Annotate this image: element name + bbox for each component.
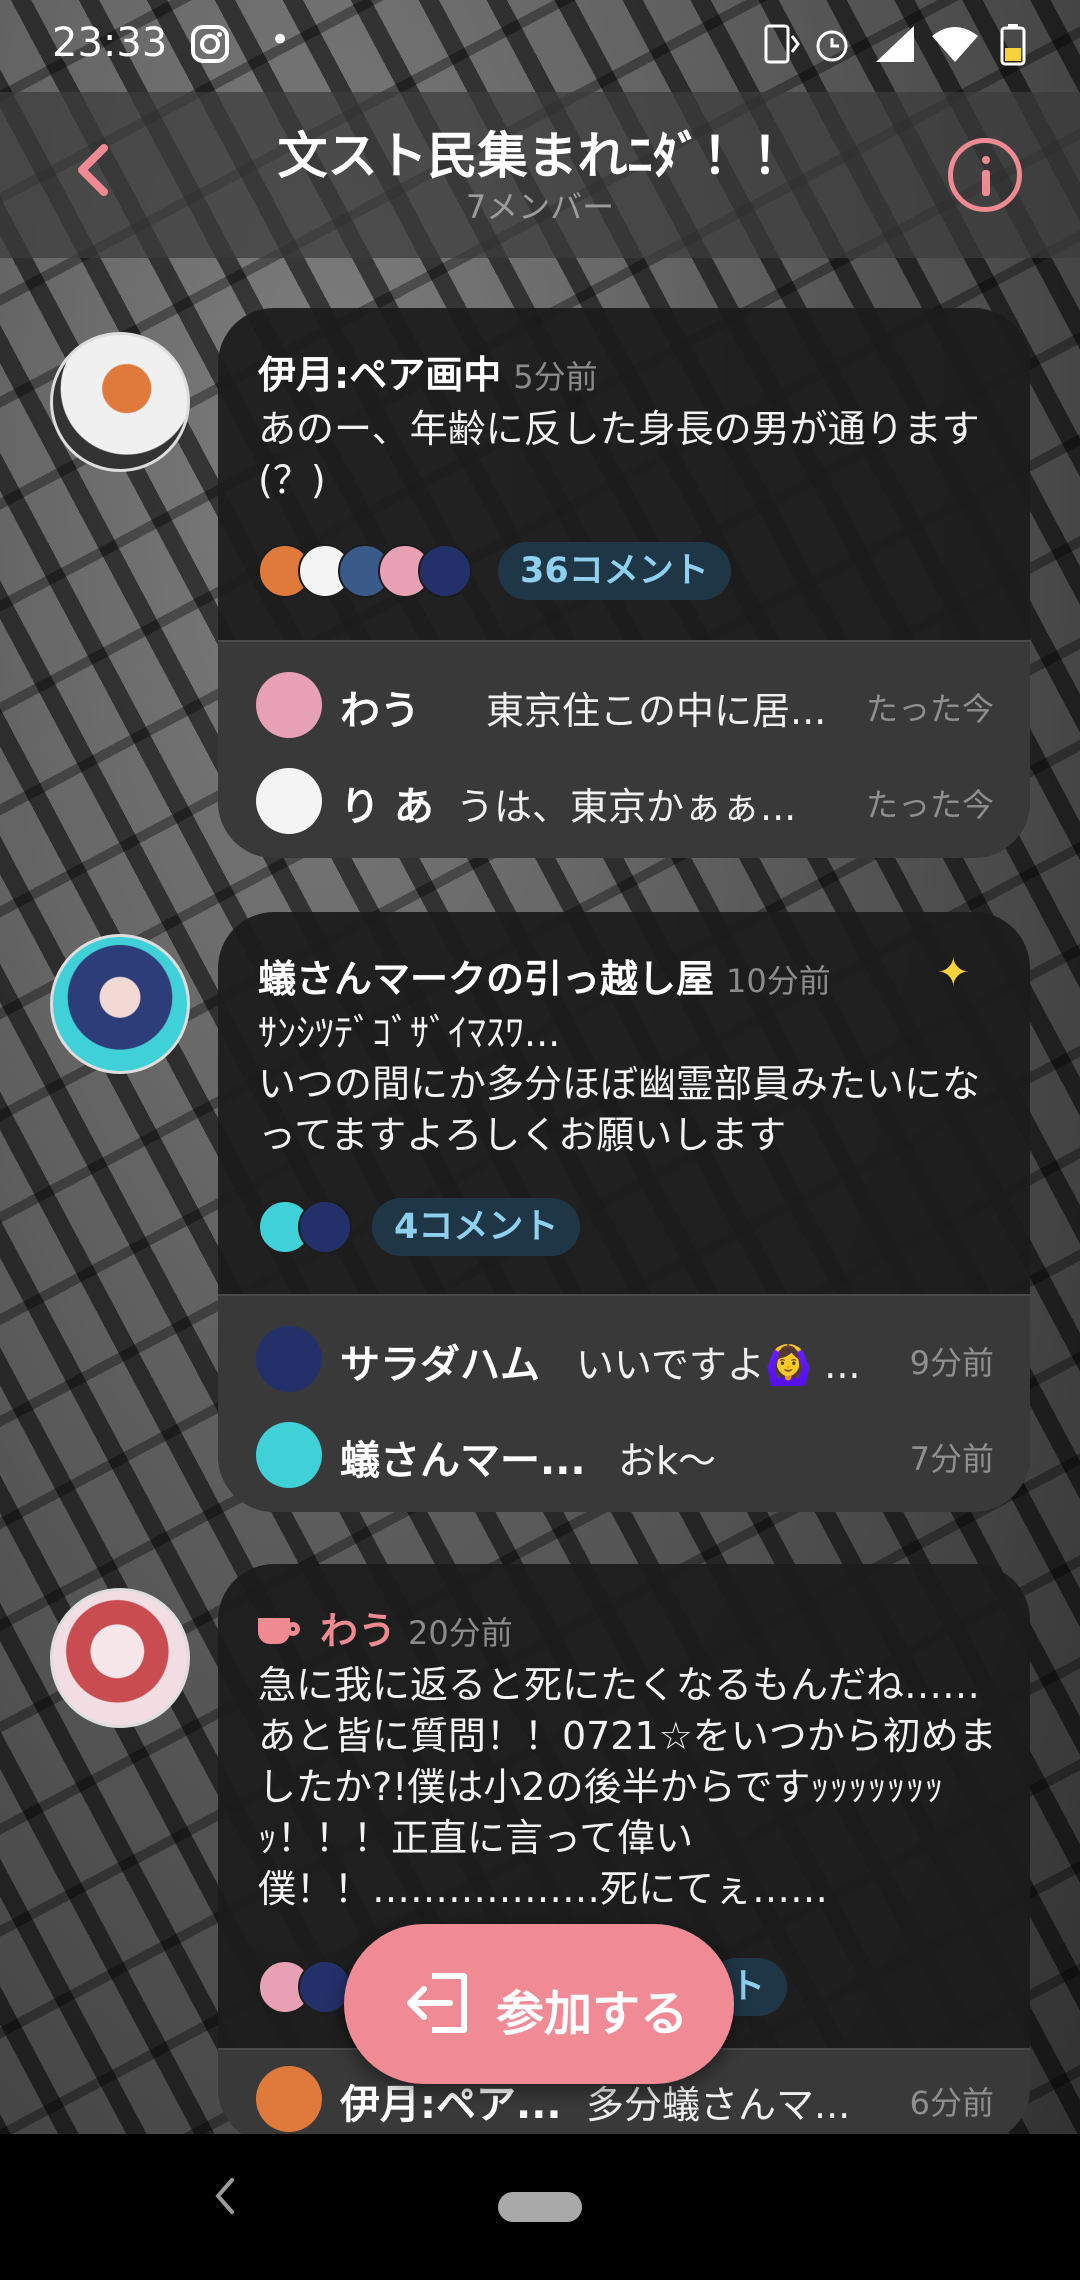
sparkle-icon: ✦	[936, 950, 970, 996]
nav-home-handle[interactable]	[498, 2192, 582, 2222]
avatar	[256, 2066, 322, 2132]
post-author[interactable]: わう	[320, 1609, 396, 1653]
reply-time: 6分前	[909, 2084, 994, 2122]
wifi-icon	[930, 24, 980, 73]
reply-time: 9分前	[909, 1344, 994, 1382]
post-header: 蟻さんマークの引っ越し屋 10分前	[258, 948, 831, 1003]
battery-icon	[1000, 24, 1026, 75]
nav-back-button[interactable]	[210, 2174, 240, 2229]
post-author[interactable]: 蟻さんマークの引っ越し屋	[258, 957, 714, 1001]
reply-author: 蟻さんマー...	[340, 1438, 586, 1484]
comment-count-button[interactable]: 4コメント	[372, 1198, 581, 1256]
chevron-left-icon	[215, 2178, 234, 2214]
avatar	[256, 1326, 322, 1392]
info-button[interactable]	[948, 138, 1022, 212]
avatar	[418, 544, 472, 598]
group-title: 文スト民集まれﾆﾀﾞ！！	[277, 127, 803, 185]
commenter-avatars	[258, 1200, 368, 1254]
author-avatar[interactable]	[50, 1588, 190, 1728]
author-avatar[interactable]	[50, 934, 190, 1074]
reply-text: いいですよ🙆‍♀️ ...	[576, 1343, 861, 1387]
alarm-icon	[812, 24, 852, 73]
cup-icon	[258, 1614, 302, 1646]
reply-item[interactable]: サラダハム いいですよ🙆‍♀️ ... 9分前	[256, 1322, 994, 1392]
avatar	[298, 1200, 352, 1254]
reply-item[interactable]: り あ うは、東京かぁぁ... たった今	[256, 764, 994, 834]
reply-author: り あ	[340, 784, 434, 830]
avatar	[256, 672, 322, 738]
post-card[interactable]: 伊月:ペア画中 5分前 あのー、年齢に反した身長の男が通ります(？) 36コメント…	[218, 308, 1030, 858]
chat-header: 文スト民集まれﾆﾀﾞ！！ 7メンバー	[0, 92, 1080, 258]
post-author[interactable]: 伊月:ペア画中	[258, 353, 501, 397]
reply-text: 東京住この中に居...	[486, 689, 827, 733]
reply-item[interactable]: わう 東京住この中に居... たった今	[256, 668, 994, 738]
reply-item[interactable]: 蟻さんマー... おk〜 7分前	[256, 1418, 994, 1488]
reply-text: おk〜	[618, 1439, 717, 1483]
avatar	[256, 768, 322, 834]
join-button-label: 参加する	[496, 1986, 689, 2042]
notification-dot-icon: •	[270, 20, 291, 60]
post-body: ｻﾝｼﾂﾃﾞｺﾞｻﾞｲﾏｽﾜ... いつの間にか多分ほぼ幽霊部員みたいになってま…	[258, 1011, 981, 1157]
reply-author: わう	[340, 688, 420, 734]
post-header: わう 20分前	[258, 1600, 513, 1655]
author-avatar[interactable]	[50, 332, 190, 472]
post-header: 伊月:ペア画中 5分前	[258, 344, 598, 399]
sign-in-icon	[407, 1973, 467, 2033]
system-nav-bar	[0, 2134, 1080, 2280]
reply-time: たった今	[865, 690, 994, 728]
reply-list: サラダハム いいですよ🙆‍♀️ ... 9分前 蟻さんマー... おk〜 7分前	[218, 1294, 1030, 1512]
instagram-icon	[190, 24, 230, 73]
avatar	[256, 1422, 322, 1488]
reply-time: たった今	[865, 786, 994, 824]
join-button[interactable]: 参加する	[344, 1924, 734, 2084]
post-time: 10分前	[726, 962, 831, 1000]
post-body: 急に我に返ると死にたくなるもんだね……あと皆に質問！！0721☆をいつから初めま…	[258, 1663, 997, 1911]
post-card[interactable]: 蟻さんマークの引っ越し屋 10分前 ✦ ｻﾝｼﾂﾃﾞｺﾞｻﾞｲﾏｽﾜ... いつの…	[218, 912, 1030, 1512]
status-time: 23:33	[52, 20, 168, 66]
post-time: 5分前	[513, 358, 598, 396]
member-count: 7メンバー	[465, 188, 615, 226]
post-time: 20分前	[408, 1614, 513, 1652]
nfc-icon	[762, 24, 802, 73]
info-icon	[982, 156, 990, 164]
status-bar: 23:33 •	[0, 0, 1080, 92]
reply-list: わう 東京住この中に居... たった今 り あ うは、東京かぁぁ... たった今	[218, 640, 1030, 858]
signal-icon	[872, 24, 918, 73]
reply-author: サラダハム	[340, 1342, 540, 1388]
comment-count-button[interactable]: 36コメント	[498, 542, 731, 600]
reply-time: 7分前	[909, 1440, 994, 1478]
reply-text: うは、東京かぁぁ...	[456, 785, 797, 829]
commenter-avatars	[258, 544, 498, 598]
post-body: あのー、年齢に反した身長の男が通ります(？)	[258, 407, 980, 502]
